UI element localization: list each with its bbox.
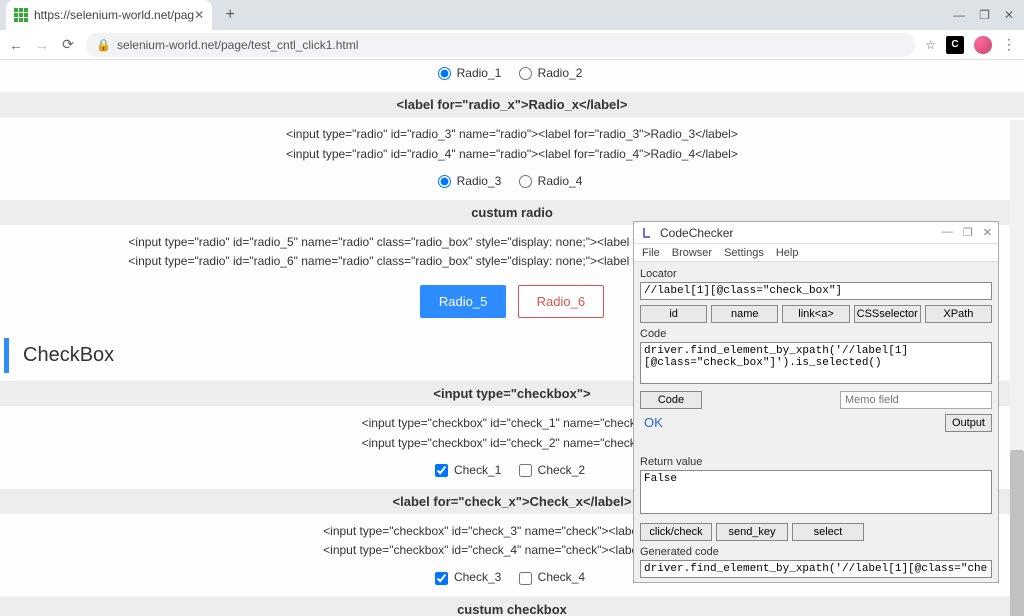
check-1[interactable] bbox=[435, 464, 448, 477]
menu-file[interactable]: File bbox=[642, 247, 660, 259]
radio-1-2-row: Radio_1 Radio_2 bbox=[0, 60, 1024, 86]
new-tab-button[interactable]: + bbox=[218, 3, 242, 27]
radio-2-label[interactable]: Radio_2 bbox=[538, 66, 583, 80]
code-button[interactable]: Code bbox=[640, 391, 702, 409]
radio-4-label[interactable]: Radio_4 bbox=[538, 174, 583, 188]
radio-2[interactable] bbox=[519, 67, 532, 80]
return-label: Return value bbox=[640, 456, 992, 468]
generated-code-label: Generated code bbox=[640, 546, 992, 558]
linka-button[interactable]: link<a> bbox=[782, 305, 849, 323]
radio-3[interactable] bbox=[438, 175, 451, 188]
tool-menubar: File Browser Settings Help bbox=[634, 244, 998, 262]
page-scrollbar[interactable] bbox=[1010, 120, 1024, 616]
browser-tab[interactable]: https://selenium-world.net/pag ✕ bbox=[6, 0, 212, 30]
generated-code-input[interactable] bbox=[640, 560, 992, 578]
tab-close-icon[interactable]: ✕ bbox=[194, 8, 204, 22]
browser-menu-icon[interactable]: ⋮ bbox=[1002, 36, 1016, 53]
radio-3-4-row: Radio_3 Radio_4 bbox=[0, 168, 1024, 194]
code-label: Code bbox=[640, 328, 992, 340]
ok-status: OK bbox=[640, 413, 667, 432]
scroll-thumb[interactable] bbox=[1010, 450, 1024, 616]
window-close-icon[interactable]: ✕ bbox=[1004, 8, 1014, 22]
extension-icon[interactable]: C bbox=[946, 36, 964, 54]
check-2[interactable] bbox=[519, 464, 532, 477]
browser-toolbar: ← → ⟳ 🔒 selenium-world.net/page/test_cnt… bbox=[0, 30, 1024, 60]
profile-avatar-icon[interactable] bbox=[974, 36, 992, 54]
id-button[interactable]: id bbox=[640, 305, 707, 323]
code-textarea[interactable]: driver.find_element_by_xpath('//label[1]… bbox=[640, 342, 992, 384]
radio-1[interactable] bbox=[438, 67, 451, 80]
send-key-button[interactable]: send_key bbox=[716, 523, 788, 541]
radio-3-label[interactable]: Radio_3 bbox=[457, 174, 502, 188]
tool-close-icon[interactable]: ✕ bbox=[983, 226, 992, 239]
header-custum-checkbox: custum checkbox bbox=[0, 597, 1024, 616]
tool-titlebar[interactable]: CodeChecker — ❐ ✕ bbox=[634, 222, 998, 244]
tool-minimize-icon[interactable]: — bbox=[942, 226, 953, 239]
click-check-button[interactable]: click/check bbox=[640, 523, 712, 541]
menu-help[interactable]: Help bbox=[776, 247, 799, 259]
radio-6-button[interactable]: Radio_6 bbox=[518, 285, 604, 318]
check-3[interactable] bbox=[435, 572, 448, 585]
check-4[interactable] bbox=[519, 572, 532, 585]
check-1-label[interactable]: Check_1 bbox=[454, 463, 501, 477]
reload-button[interactable]: ⟳ bbox=[60, 36, 76, 53]
check-4-label[interactable]: Check_4 bbox=[538, 570, 585, 584]
return-textarea[interactable]: False bbox=[640, 470, 992, 514]
check-3-label[interactable]: Check_3 bbox=[454, 570, 501, 584]
header-label-radio: <label for="radio_x">Radio_x</label> bbox=[0, 92, 1024, 117]
tab-favicon-icon bbox=[14, 8, 28, 22]
tool-maximize-icon[interactable]: ❐ bbox=[963, 226, 973, 239]
radio-1-label[interactable]: Radio_1 bbox=[457, 66, 502, 80]
locator-input[interactable] bbox=[640, 282, 992, 300]
code-line: <input type="radio" id="radio_4" name="r… bbox=[0, 145, 1024, 164]
back-button[interactable]: ← bbox=[8, 37, 24, 53]
name-button[interactable]: name bbox=[711, 305, 778, 323]
forward-button[interactable]: → bbox=[34, 37, 50, 53]
select-button[interactable]: select bbox=[792, 523, 864, 541]
url-text: selenium-world.net/page/test_cntl_click1… bbox=[117, 38, 358, 52]
lock-icon: 🔒 bbox=[96, 38, 111, 52]
tab-title: https://selenium-world.net/pag bbox=[34, 8, 194, 22]
code-line: <input type="radio" id="radio_3" name="r… bbox=[0, 125, 1024, 144]
bookmark-star-icon[interactable]: ☆ bbox=[925, 38, 936, 52]
xpath-button[interactable]: XPath bbox=[925, 305, 992, 323]
menu-settings[interactable]: Settings bbox=[724, 247, 764, 259]
memo-input[interactable] bbox=[840, 391, 992, 409]
window-minimize-icon[interactable]: — bbox=[953, 8, 965, 22]
window-maximize-icon[interactable]: ❐ bbox=[979, 8, 990, 22]
browser-titlebar: https://selenium-world.net/pag ✕ + — ❐ ✕ bbox=[0, 0, 1024, 30]
menu-browser[interactable]: Browser bbox=[672, 247, 712, 259]
radio-5-button[interactable]: Radio_5 bbox=[420, 285, 506, 318]
url-bar[interactable]: 🔒 selenium-world.net/page/test_cntl_clic… bbox=[86, 33, 915, 57]
cssselector-button[interactable]: CSSselector bbox=[854, 305, 921, 323]
code-radio-3-4: <input type="radio" id="radio_3" name="r… bbox=[0, 121, 1024, 167]
radio-4[interactable] bbox=[519, 175, 532, 188]
locator-label: Locator bbox=[640, 268, 992, 280]
tool-title: CodeChecker bbox=[660, 226, 942, 240]
output-button[interactable]: Output bbox=[945, 414, 992, 432]
codechecker-window: CodeChecker — ❐ ✕ File Browser Settings … bbox=[633, 221, 999, 583]
tool-app-icon bbox=[640, 226, 654, 240]
check-2-label[interactable]: Check_2 bbox=[538, 463, 585, 477]
